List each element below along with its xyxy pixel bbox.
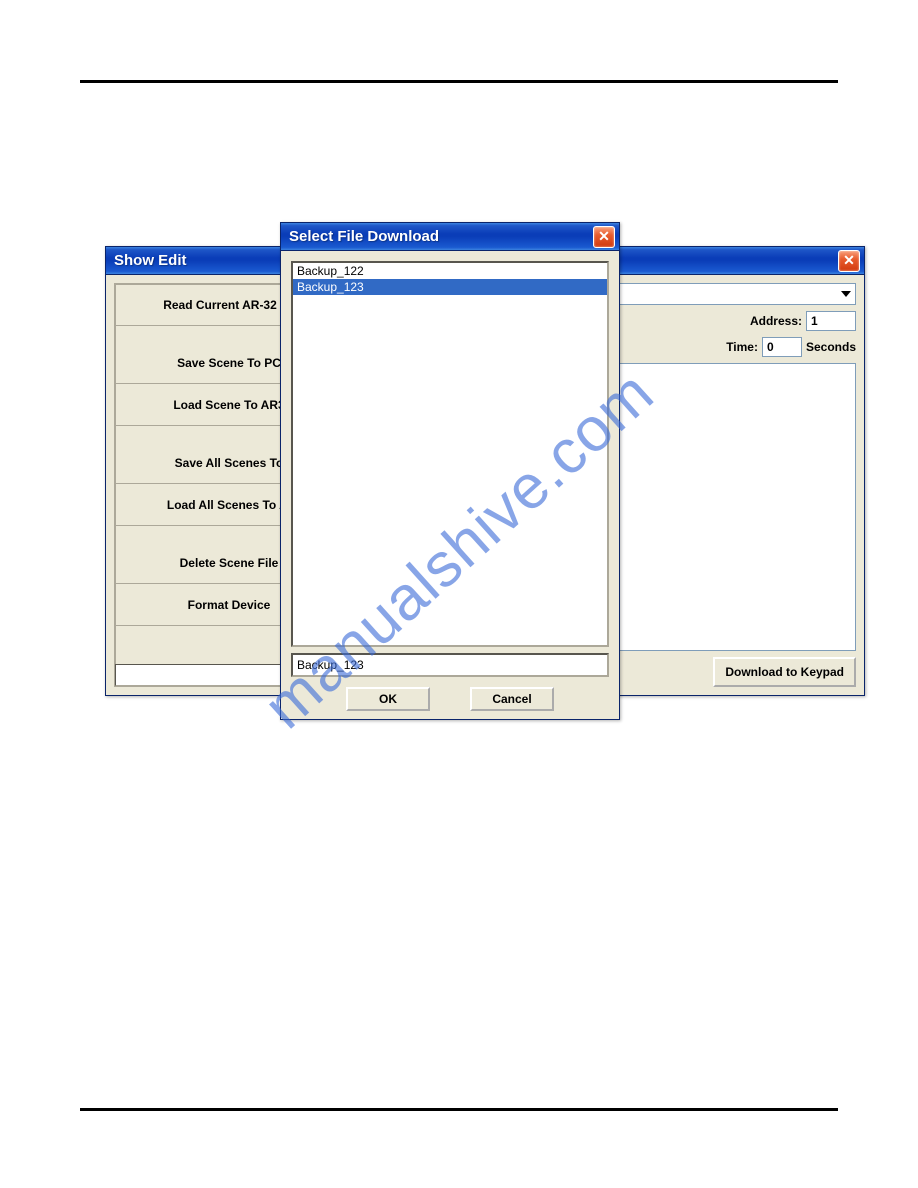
close-icon[interactable]: ✕	[838, 250, 860, 272]
address-label: Address:	[750, 314, 802, 328]
page-rule-bottom	[80, 1108, 838, 1111]
cancel-button[interactable]: Cancel	[470, 687, 554, 711]
download-to-keypad-button[interactable]: Download to Keypad	[713, 657, 856, 687]
close-icon[interactable]: ✕	[593, 226, 615, 248]
address-input[interactable]: 1	[806, 311, 856, 331]
chevron-down-icon	[841, 291, 851, 297]
ok-button[interactable]: OK	[346, 687, 430, 711]
select-dialog-title: Select File Download	[289, 228, 439, 245]
select-file-download-dialog: Select File Download ✕ Backup_122 Backup…	[280, 222, 620, 720]
time-input[interactable]: 0	[762, 337, 802, 357]
seconds-label: Seconds	[806, 340, 856, 354]
time-label: Time:	[726, 340, 758, 354]
show-edit-title: Show Edit	[114, 252, 187, 269]
selected-file-display: Backup_123	[291, 653, 609, 677]
file-listbox[interactable]: Backup_122 Backup_123	[291, 261, 609, 647]
select-dialog-titlebar: Select File Download ✕	[281, 223, 619, 251]
list-item[interactable]: Backup_122	[293, 263, 607, 279]
list-item[interactable]: Backup_123	[293, 279, 607, 295]
page-rule-top	[80, 80, 838, 83]
